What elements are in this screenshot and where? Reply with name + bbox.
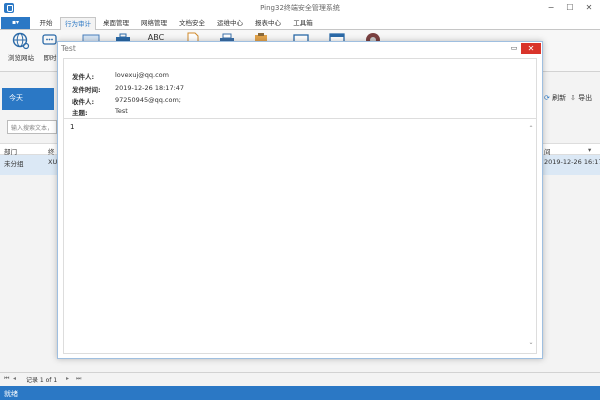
sender-label: 发件人: xyxy=(72,73,95,81)
export-button[interactable]: ⇩ 导出 xyxy=(570,93,592,103)
close-button[interactable]: ✕ xyxy=(583,2,595,13)
prev-page-icon[interactable]: ◂ xyxy=(13,375,16,382)
scroll-up-icon[interactable]: ⌃ xyxy=(527,125,535,133)
next-page-icon[interactable]: ▸ xyxy=(66,375,69,382)
mail-body-panel: 发件人: lovexuj@qq.com 发件时间: 2019-12-26 18:… xyxy=(63,58,537,354)
minimize-button[interactable]: − xyxy=(545,2,557,13)
browse-web-button[interactable]: 浏览网站 xyxy=(6,32,36,62)
maximize-button[interactable]: ☐ xyxy=(564,2,576,13)
first-page-icon[interactable]: ⏮ xyxy=(4,375,9,383)
menu-bar: ▪▾ 开始 行为审计 桌面管理 网络管理 文档安全 运维中心 报表中心 工具箱 xyxy=(0,16,600,30)
row-department: 未分组 xyxy=(4,160,24,168)
tab-ops-center[interactable]: 运维中心 xyxy=(212,17,248,30)
recipient-label: 收件人: xyxy=(72,98,95,106)
tab-today[interactable]: 今天 xyxy=(2,88,54,110)
subject-label: 主题: xyxy=(72,109,88,117)
dialog-title-bar: Test ▭ ✕ xyxy=(58,42,542,56)
pager: ⏮ ◂ 记录 1 of 1 ▸ ⏭ xyxy=(0,372,600,386)
dialog-title: Test xyxy=(61,44,76,53)
send-time-value: 2019-12-26 18:17:47 xyxy=(115,84,185,92)
recipient-value: 97250945@qq.com; xyxy=(115,96,181,104)
tab-network-management[interactable]: 网络管理 xyxy=(136,17,172,30)
status-bar: 就绪 xyxy=(0,386,600,400)
search-input[interactable]: 输入搜索文本， xyxy=(7,120,57,134)
tab-desktop-management[interactable]: 桌面管理 xyxy=(98,17,134,30)
mail-viewer-dialog: Test ▭ ✕ 发件人: lovexuj@qq.com 发件时间: 2019-… xyxy=(57,41,543,359)
row-terminal: XU xyxy=(48,158,58,166)
browse-web-label: 浏览网站 xyxy=(8,54,34,62)
export-icon: ⇩ xyxy=(570,94,576,102)
instant-message-label: 即时 xyxy=(43,54,57,62)
file-menu-button[interactable]: ▪▾ xyxy=(1,17,30,29)
title-bar: Ping32终端安全管理系统 − ☐ ✕ xyxy=(0,0,600,16)
tab-toolbox[interactable]: 工具箱 xyxy=(288,17,318,30)
mail-scrollbar[interactable]: ⌃ ⌄ xyxy=(526,119,536,353)
subject-value: Test xyxy=(115,107,128,115)
scroll-down-icon[interactable]: ⌄ xyxy=(527,339,535,347)
tab-document-security[interactable]: 文档安全 xyxy=(174,17,210,30)
dialog-close-button[interactable]: ✕ xyxy=(521,43,541,54)
last-page-icon[interactable]: ⏭ xyxy=(76,375,81,383)
export-label: 导出 xyxy=(578,94,593,102)
refresh-button[interactable]: ⟳ 刷新 xyxy=(544,93,566,103)
refresh-icon: ⟳ xyxy=(544,94,550,102)
row-time: 2019-12-26 16:17:46 xyxy=(544,158,600,166)
dialog-restore-icon[interactable]: ▭ xyxy=(509,44,519,53)
sender-value: lovexuj@qq.com xyxy=(115,71,169,79)
send-time-label: 发件时间: xyxy=(72,86,101,94)
tab-start[interactable]: 开始 xyxy=(34,17,58,30)
window-title: Ping32终端安全管理系统 xyxy=(260,4,340,12)
globe-icon xyxy=(12,32,30,50)
refresh-label: 刷新 xyxy=(552,94,567,102)
mail-content: 1 xyxy=(70,123,75,131)
tab-behavior-audit[interactable]: 行为审计 xyxy=(60,17,96,30)
column-dropdown-icon[interactable]: ▾ xyxy=(588,146,591,154)
header-divider xyxy=(64,118,536,119)
record-count: 记录 1 of 1 xyxy=(26,377,58,384)
tab-report-center[interactable]: 报表中心 xyxy=(250,17,286,30)
